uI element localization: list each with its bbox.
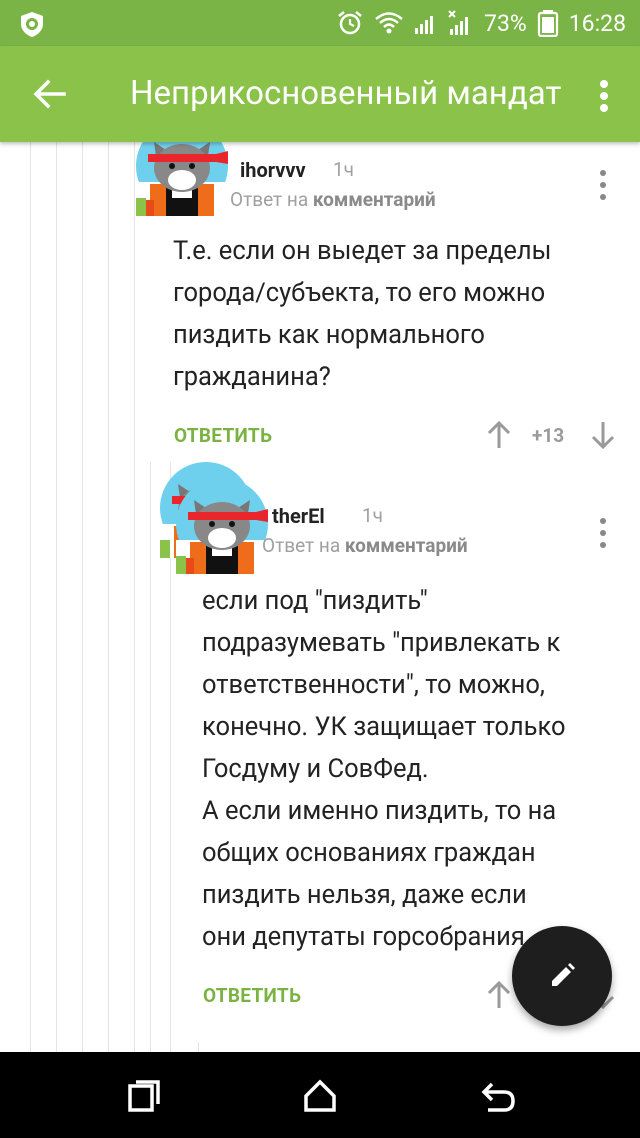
recent-apps-icon[interactable] bbox=[124, 1076, 164, 1116]
back-icon[interactable] bbox=[478, 1076, 518, 1116]
rating: +13 bbox=[532, 424, 565, 447]
timestamp: 1ч bbox=[362, 504, 384, 527]
reply-target-link[interactable]: комментарий bbox=[313, 188, 436, 211]
arrow-left-icon[interactable] bbox=[28, 72, 72, 116]
write-comment-button[interactable] bbox=[512, 926, 612, 1026]
comment-line: пиздить нельзя, даже если bbox=[202, 880, 527, 910]
reply-prefix: Ответ на bbox=[230, 188, 313, 211]
comment-body: если под "пиздить" подразумевать "привле… bbox=[202, 580, 627, 958]
comment-line: пиздить как нормального bbox=[173, 320, 485, 350]
status-bar: 73% 16:28 bbox=[0, 0, 640, 46]
more-vert-icon[interactable] bbox=[596, 516, 610, 550]
comment-line: если под "пиздить" bbox=[202, 586, 428, 616]
signal-icon bbox=[415, 16, 434, 34]
comment-line: конечно. УК защищает только bbox=[202, 712, 566, 742]
page-title: Неприкосновенный мандат bbox=[130, 74, 562, 113]
system-navigation-bar bbox=[0, 1052, 640, 1138]
comment-line: гражданина? bbox=[173, 362, 331, 392]
comment-thread[interactable]: ihorvvv 1ч Ответ на комментарий Т.е. есл… bbox=[0, 142, 640, 1052]
pencil-icon bbox=[552, 963, 575, 986]
reply-info: Ответ на комментарий bbox=[230, 188, 436, 211]
reply-button[interactable]: ОТВЕТИТЬ bbox=[174, 424, 272, 447]
clock: 16:28 bbox=[568, 9, 626, 37]
home-icon[interactable] bbox=[300, 1076, 340, 1116]
comment-line: Госдуму и СовФед. bbox=[202, 754, 429, 784]
upvote-arrow-icon[interactable] bbox=[486, 980, 512, 1010]
reply-prefix: Ответ на bbox=[262, 534, 345, 557]
reply-target-link[interactable]: комментарий bbox=[345, 534, 468, 557]
comment-line: подразумевать "привлекать к bbox=[202, 628, 561, 658]
comment-body: Т.е. если он выедет за пределы города/су… bbox=[173, 230, 623, 398]
reply-info: Ответ на комментарий bbox=[262, 534, 468, 557]
wifi-icon bbox=[375, 12, 403, 34]
downvote-arrow-icon[interactable] bbox=[590, 420, 616, 450]
avatar[interactable] bbox=[136, 142, 228, 216]
username[interactable]: ihorvvv bbox=[240, 158, 306, 182]
comment-line: общих основаниях граждан bbox=[202, 838, 536, 868]
reply-button[interactable]: ОТВЕТИТЬ bbox=[203, 984, 301, 1007]
battery-percent: 73% bbox=[484, 9, 527, 37]
more-vert-icon[interactable] bbox=[596, 168, 610, 202]
battery-icon bbox=[537, 10, 558, 37]
username[interactable]: therEl bbox=[272, 504, 325, 528]
comment-line: ответственности", то можно, bbox=[202, 670, 545, 700]
signal-no-sim-icon bbox=[448, 10, 469, 35]
alarm-icon bbox=[338, 11, 362, 35]
app-bar: Неприкосновенный мандат bbox=[0, 46, 640, 142]
comment-line: Т.е. если он выедет за пределы bbox=[173, 236, 552, 266]
more-vert-icon[interactable] bbox=[592, 76, 616, 116]
timestamp: 1ч bbox=[333, 158, 355, 181]
comment-line: А если именно пиздить, то на bbox=[202, 796, 557, 826]
app-shield-icon bbox=[21, 12, 43, 37]
avatar[interactable] bbox=[176, 478, 268, 574]
upvote-arrow-icon[interactable] bbox=[486, 420, 512, 450]
comment: ihorvvv 1ч Ответ на комментарий Т.е. есл… bbox=[0, 142, 640, 462]
comment-line: города/субъекта, то его можно bbox=[173, 278, 546, 308]
